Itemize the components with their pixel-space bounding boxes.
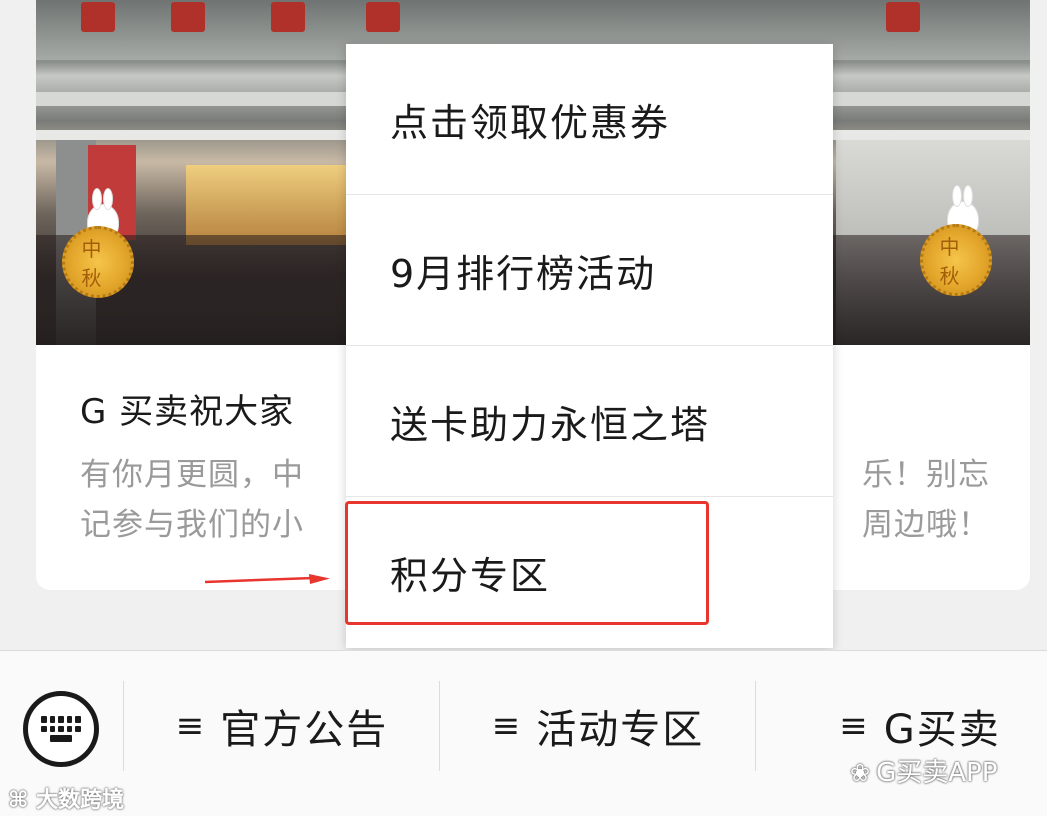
menu-lines-icon: ≡ bbox=[175, 706, 207, 746]
official-account-menu-bar: ≡ 官方公告 ≡ 活动专区 ≡ G买卖 bbox=[0, 650, 1047, 816]
tab-label: G买卖 bbox=[883, 707, 1001, 753]
wechat-icon: ❀ bbox=[850, 759, 871, 787]
keyboard-toggle-button[interactable] bbox=[23, 691, 99, 767]
menu-item-september-ranking[interactable]: 9月排行榜活动 bbox=[346, 195, 833, 346]
menu-item-send-card[interactable]: 送卡助力永恒之塔 bbox=[346, 346, 833, 497]
keyboard-icon bbox=[41, 716, 81, 742]
menu-lines-icon: ≡ bbox=[839, 706, 870, 746]
article-title: G 买卖祝大家 bbox=[80, 392, 295, 432]
mooncake-sticker-left: 中秋 bbox=[62, 226, 134, 298]
mooncake-sticker-right: 中秋 bbox=[920, 224, 992, 296]
tab-label: 活动专区 bbox=[536, 707, 705, 753]
annotation-arrow-icon bbox=[205, 574, 330, 584]
watermark-left: ⌘ 大数跨境 bbox=[8, 788, 125, 813]
tab-label: 官方公告 bbox=[220, 707, 389, 753]
annotation-highlight-box bbox=[345, 501, 709, 625]
logo-icon: ⌘ bbox=[8, 788, 37, 813]
watermark-right: ❀ G买卖APP bbox=[850, 758, 998, 788]
menu-lines-icon: ≡ bbox=[491, 706, 523, 746]
tab-official-announcements[interactable]: ≡ 官方公告 bbox=[126, 696, 438, 756]
tab-g-maimai[interactable]: ≡ G买卖 bbox=[780, 696, 1047, 756]
menu-item-coupon[interactable]: 点击领取优惠券 bbox=[346, 44, 833, 195]
tab-activity-zone[interactable]: ≡ 活动专区 bbox=[442, 696, 754, 756]
